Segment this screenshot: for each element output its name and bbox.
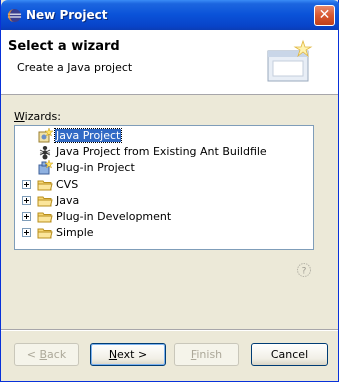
back-button-prefix: < xyxy=(26,348,40,361)
folder-icon xyxy=(37,180,53,191)
tree-item-plugin-development[interactable]: Plug-in Development xyxy=(15,209,313,225)
help-icon[interactable]: ? xyxy=(296,262,312,278)
svg-text:?: ? xyxy=(302,267,307,277)
new-project-wizard-icon xyxy=(267,39,313,82)
folder-icon xyxy=(37,196,53,207)
expand-icon[interactable] xyxy=(22,212,31,221)
wizards-label: Wizards: xyxy=(14,110,61,123)
folder-icon xyxy=(37,228,53,239)
next-button-mnemonic: N xyxy=(108,348,118,361)
title-bar[interactable]: New Project ✕ xyxy=(1,0,339,30)
finish-button-text: inish xyxy=(196,348,223,361)
expand-icon[interactable] xyxy=(22,180,31,189)
ant-icon xyxy=(39,146,51,160)
header-subtitle: Create a Java project xyxy=(17,61,133,74)
next-button-text: ext > xyxy=(117,348,148,361)
tree-item-label: Plug-in Project xyxy=(56,161,135,174)
java-project-icon xyxy=(38,128,53,143)
tree-item-label: Simple xyxy=(56,226,94,239)
tree-item-label: CVS xyxy=(56,178,79,191)
expand-icon[interactable] xyxy=(22,228,31,237)
header-title: Select a wizard xyxy=(8,39,120,54)
plugin-project-icon xyxy=(38,160,53,175)
window-title: New Project xyxy=(26,8,108,22)
wizards-label-mnemonic: W xyxy=(14,110,25,123)
tree-item-java-project[interactable]: Java Project xyxy=(15,128,313,144)
tree-item-cvs[interactable]: CVS xyxy=(15,177,313,193)
tree-item-java-project-ant[interactable]: Java Project from Existing Ant Buildfile xyxy=(15,144,313,160)
tree-item-simple[interactable]: Simple xyxy=(15,225,313,241)
cancel-button[interactable]: Cancel xyxy=(251,343,328,366)
back-button[interactable]: < Back xyxy=(14,343,79,366)
tree-item-label: Java xyxy=(56,194,80,207)
wizard-tree[interactable]: Java Project Java Project from Existing … xyxy=(14,125,314,250)
tree-item-label: Java Project xyxy=(53,128,123,143)
next-button[interactable]: Next > xyxy=(90,343,166,366)
new-project-dialog: New Project ✕ Select a wizard Create a J… xyxy=(0,0,339,382)
tree-item-label: Java Project from Existing Ant Buildfile xyxy=(56,145,267,158)
tree-item-label: Plug-in Development xyxy=(56,210,172,223)
eclipse-icon xyxy=(7,8,22,23)
wizards-label-text: izards: xyxy=(24,110,61,123)
button-separator xyxy=(1,329,338,331)
wizard-header: Select a wizard Create a Java project xyxy=(1,30,338,95)
back-button-text: ack xyxy=(47,348,67,361)
close-icon: ✕ xyxy=(318,7,331,23)
finish-button[interactable]: Finish xyxy=(174,343,239,366)
expand-icon[interactable] xyxy=(22,196,31,205)
tree-item-java[interactable]: Java xyxy=(15,193,313,209)
back-button-mnemonic: B xyxy=(39,348,48,361)
tree-item-plugin-project[interactable]: Plug-in Project xyxy=(15,160,313,176)
folder-icon xyxy=(37,212,53,223)
close-button[interactable]: ✕ xyxy=(314,5,335,26)
